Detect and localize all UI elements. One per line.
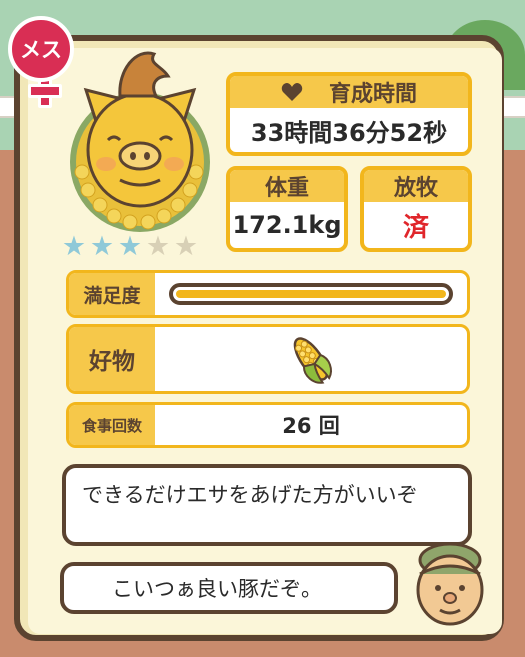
satisfaction-label: 満足度 (69, 273, 155, 315)
grazing-box: 放牧 済 (360, 166, 472, 252)
weight-value: 172.1kg (232, 211, 342, 239)
star-icon: ★ (117, 231, 143, 262)
star-icon: ★ (61, 231, 87, 262)
star-icon: ★ (145, 231, 171, 262)
pig-icon (70, 51, 210, 232)
farmer-avatar (410, 538, 490, 628)
star-icon: ★ (173, 231, 199, 262)
pig-portrait (58, 40, 218, 240)
favorite-food-label: 好物 (69, 327, 155, 391)
farmer-icon (416, 542, 484, 626)
grazing-value: 済 (402, 212, 429, 243)
growth-time-box: 育成時間 33時間36分52秒 (226, 72, 472, 156)
tip-message: できるだけエサをあげた方がいいぞ (82, 483, 418, 507)
satisfaction-row: 満足度 (66, 270, 470, 318)
rating-stars: ★ ★ ★ ★ ★ (60, 232, 200, 262)
comment-bubble: こいつぁ良い豚だぞ。 (60, 562, 398, 614)
meal-count-label: 食事回数 (69, 405, 155, 445)
grazing-label: 放牧 (364, 170, 468, 202)
growth-time-label: 育成時間 (328, 82, 417, 107)
satisfaction-gauge-fill (176, 290, 446, 298)
tip-bubble: できるだけエサをあげた方がいいぞ (62, 464, 472, 546)
growth-time-value: 33時間36分52秒 (250, 118, 448, 147)
corn-icon (293, 337, 332, 384)
weight-box: 体重 172.1kg (226, 166, 348, 252)
satisfaction-gauge (169, 283, 453, 305)
comment-message: こいつぁ良い豚だぞ。 (112, 577, 322, 601)
meal-count-value: 26 回 (282, 414, 340, 438)
weight-label: 体重 (230, 170, 344, 202)
heart-icon (281, 83, 303, 101)
meal-count-row: 食事回数 26 回 (66, 402, 470, 448)
star-icon: ★ (89, 231, 115, 262)
favorite-food-row: 好物 (66, 324, 470, 394)
